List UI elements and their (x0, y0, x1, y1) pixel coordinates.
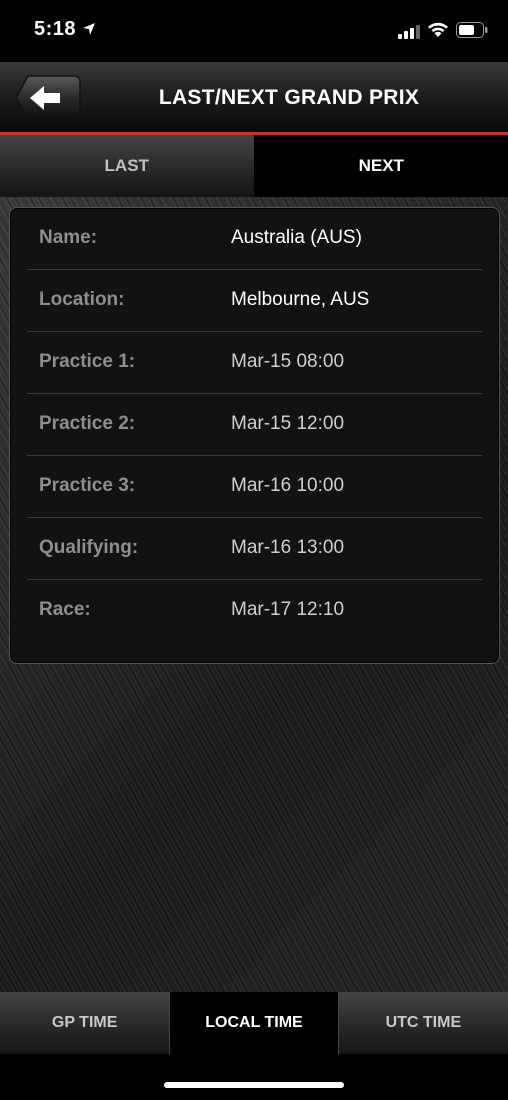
detail-value: Mar-15 08:00 (231, 351, 345, 372)
detail-row-practice-1: Practice 1: Mar-15 08:00 (27, 332, 482, 394)
tab-utc-time[interactable]: UTC TIME (338, 992, 508, 1054)
status-bar: 5:18 (0, 0, 508, 62)
detail-value: Mar-16 13:00 (231, 537, 345, 558)
location-arrow-icon (83, 23, 95, 35)
detail-row-practice-3: Practice 3: Mar-16 10:00 (27, 456, 482, 518)
home-area (0, 1054, 508, 1100)
detail-label: Practice 3: (39, 475, 136, 496)
grand-prix-details-card: Name: Australia (AUS) Location: Melbourn… (9, 207, 500, 664)
detail-label: Qualifying: (39, 537, 139, 558)
detail-value: Mar-17 12:10 (231, 599, 345, 620)
status-time: 5:18 (34, 18, 77, 40)
detail-label: Practice 1: (39, 351, 136, 372)
detail-row-qualifying: Qualifying: Mar-16 13:00 (27, 518, 482, 580)
time-zone-segmented-control: GP TIME LOCAL TIME UTC TIME (0, 992, 508, 1054)
tab-next[interactable]: NEXT (254, 135, 508, 197)
detail-value: Melbourne, AUS (231, 289, 370, 310)
page-title: LAST/NEXT GRAND PRIX (158, 86, 420, 109)
detail-value: Mar-16 10:00 (231, 475, 345, 496)
detail-label: Name: (39, 227, 98, 248)
wifi-icon (428, 22, 448, 37)
detail-row-name: Name: Australia (AUS) (27, 208, 482, 270)
detail-row-practice-2: Practice 2: Mar-15 12:00 (27, 394, 482, 456)
detail-row-location: Location: Melbourne, AUS (27, 270, 482, 332)
tab-last[interactable]: LAST (0, 135, 255, 197)
navigation-bar: LAST/NEXT GRAND PRIX (0, 62, 508, 132)
detail-value: Australia (AUS) (231, 227, 362, 248)
tab-gp-time[interactable]: GP TIME (0, 992, 170, 1054)
detail-row-race: Race: Mar-17 12:10 (27, 580, 482, 642)
cellular-signal-icon (398, 25, 420, 39)
detail-label: Practice 2: (39, 413, 136, 434)
battery-icon (456, 22, 488, 38)
last-next-segmented-control: LAST NEXT (0, 135, 508, 197)
tab-local-time[interactable]: LOCAL TIME (169, 992, 339, 1054)
detail-value: Mar-15 12:00 (231, 413, 345, 434)
detail-label: Race: (39, 599, 91, 620)
detail-label: Location: (39, 289, 125, 310)
home-indicator[interactable] (164, 1082, 344, 1088)
